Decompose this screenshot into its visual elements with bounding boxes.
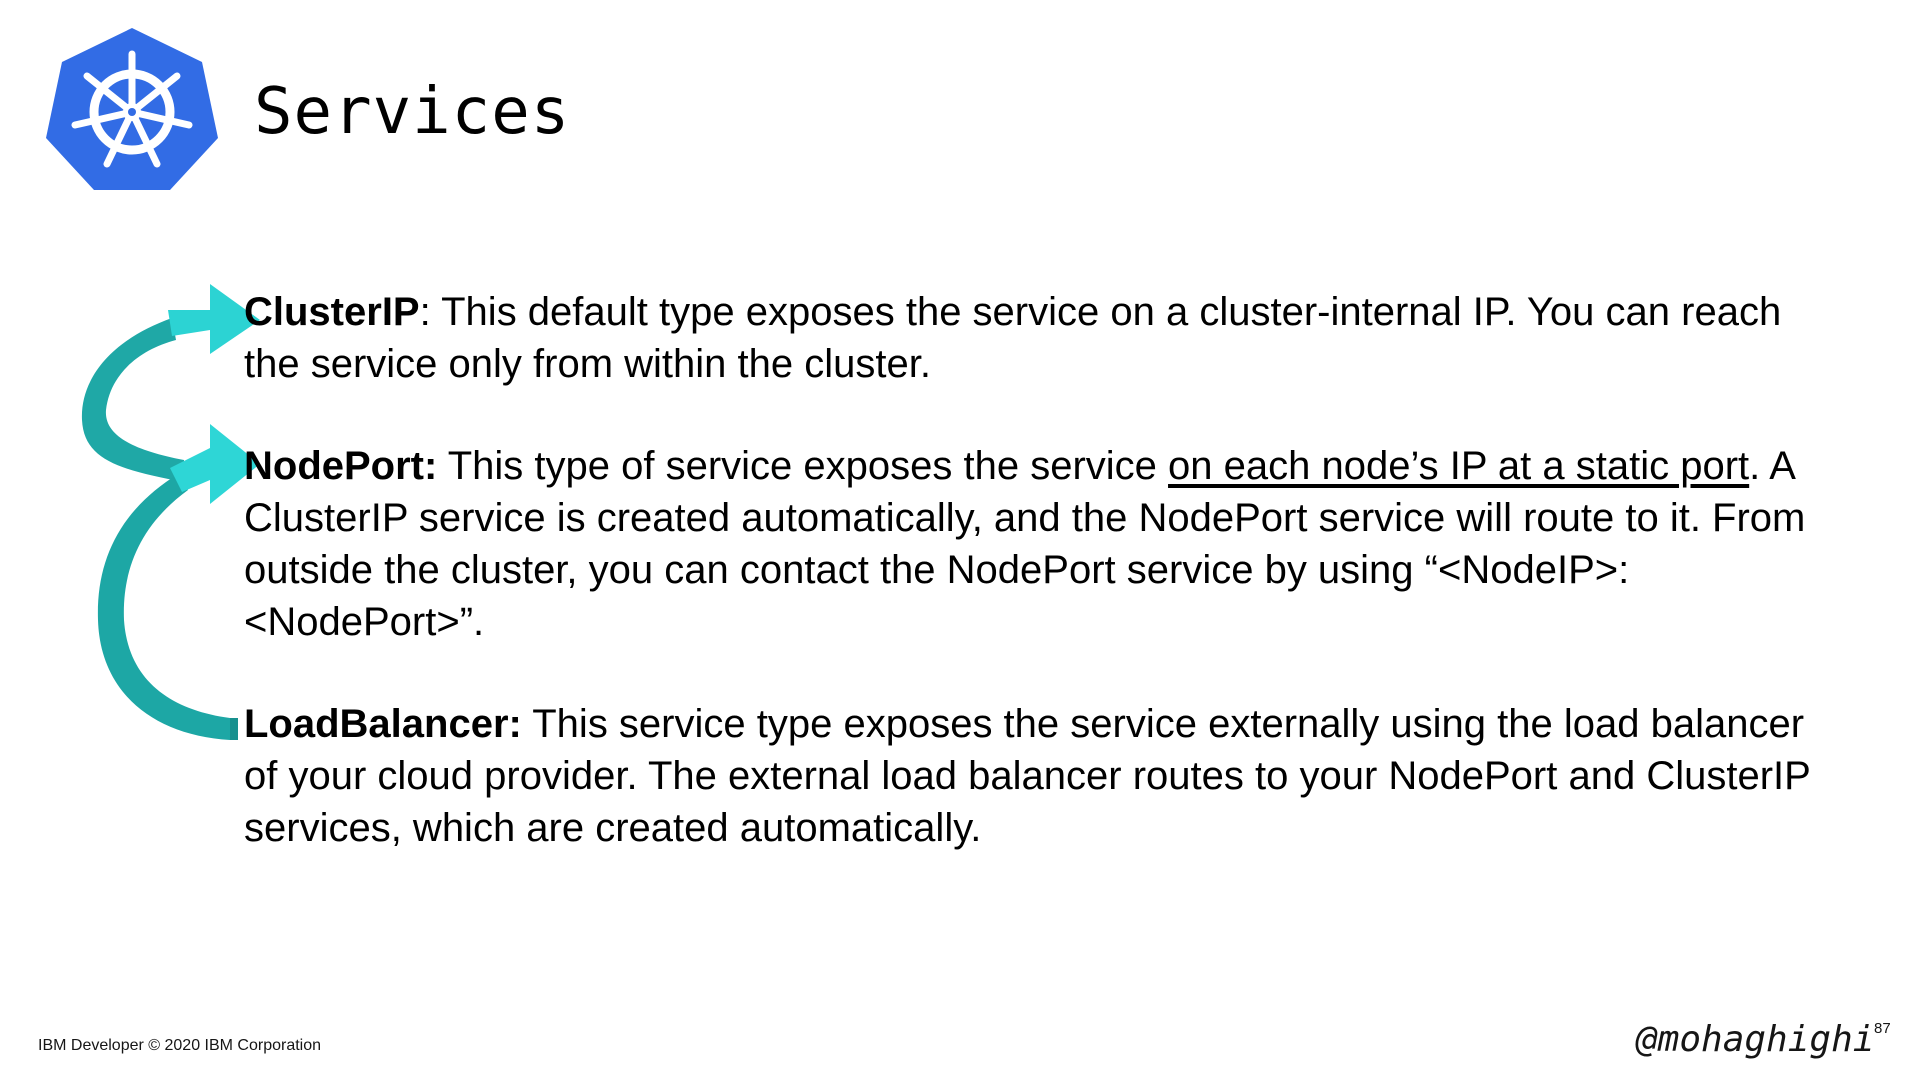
- service-types-list: ClusterIP: This default type exposes the…: [244, 286, 1824, 854]
- list-item-clusterip: ClusterIP: This default type exposes the…: [244, 286, 1824, 390]
- term-nodeport: NodePort:: [244, 444, 438, 488]
- list-item-nodeport: NodePort: This type of service exposes t…: [244, 440, 1824, 648]
- kubernetes-logo-icon: [46, 28, 218, 190]
- arrow-loadbalancer-to-nodeport: [97, 474, 230, 740]
- term-clusterip: ClusterIP: [244, 290, 420, 334]
- arrow-clusterip-to-nodeport: [81, 318, 184, 482]
- description-clusterip: This default type exposes the service on…: [244, 290, 1782, 386]
- flow-arrows-icon: [81, 284, 260, 740]
- list-item-loadbalancer: LoadBalancer: This service type exposes …: [244, 698, 1824, 854]
- term-loadbalancer: LoadBalancer:: [244, 702, 522, 746]
- page-title: Services: [254, 75, 571, 149]
- author-handle: @mohaghighi: [1636, 1019, 1875, 1060]
- description-nodeport-pre: This type of service exposes the service: [437, 444, 1169, 488]
- page-number: 87: [1874, 1020, 1891, 1037]
- footer-copyright: IBM Developer © 2020 IBM Corporation: [38, 1037, 322, 1054]
- description-nodeport-underlined: on each node’s IP at a static port: [1168, 444, 1750, 488]
- term-separator: :: [419, 290, 431, 334]
